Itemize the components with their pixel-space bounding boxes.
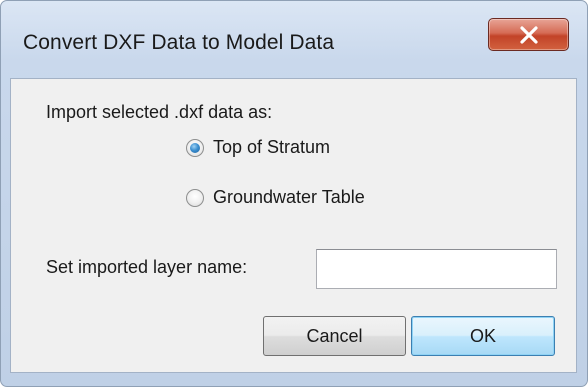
close-x-icon (520, 26, 538, 44)
window-title: Convert DXF Data to Model Data (23, 31, 335, 54)
radio-option-top-of-stratum[interactable]: Top of Stratum (186, 137, 330, 158)
import-as-label: Import selected .dxf data as: (46, 102, 273, 122)
radio-option-groundwater-table[interactable]: Groundwater Table (186, 187, 365, 208)
title-bar[interactable]: Convert DXF Data to Model Data (1, 1, 587, 79)
dialog-content: Import selected .dxf data as: Top of Str… (10, 78, 577, 373)
cancel-button[interactable]: Cancel (263, 316, 406, 356)
radio-button-unchecked[interactable] (186, 188, 204, 207)
close-button[interactable] (488, 18, 569, 51)
ok-button[interactable]: OK (411, 316, 555, 356)
layer-name-input[interactable] (316, 249, 557, 289)
radio-label[interactable]: Groundwater Table (213, 187, 365, 208)
dialog-window: Convert DXF Data to Model Data Import se… (0, 0, 588, 387)
layer-name-label: Set imported layer name: (46, 257, 248, 277)
radio-button-checked[interactable] (186, 138, 204, 157)
radio-label[interactable]: Top of Stratum (213, 137, 330, 158)
